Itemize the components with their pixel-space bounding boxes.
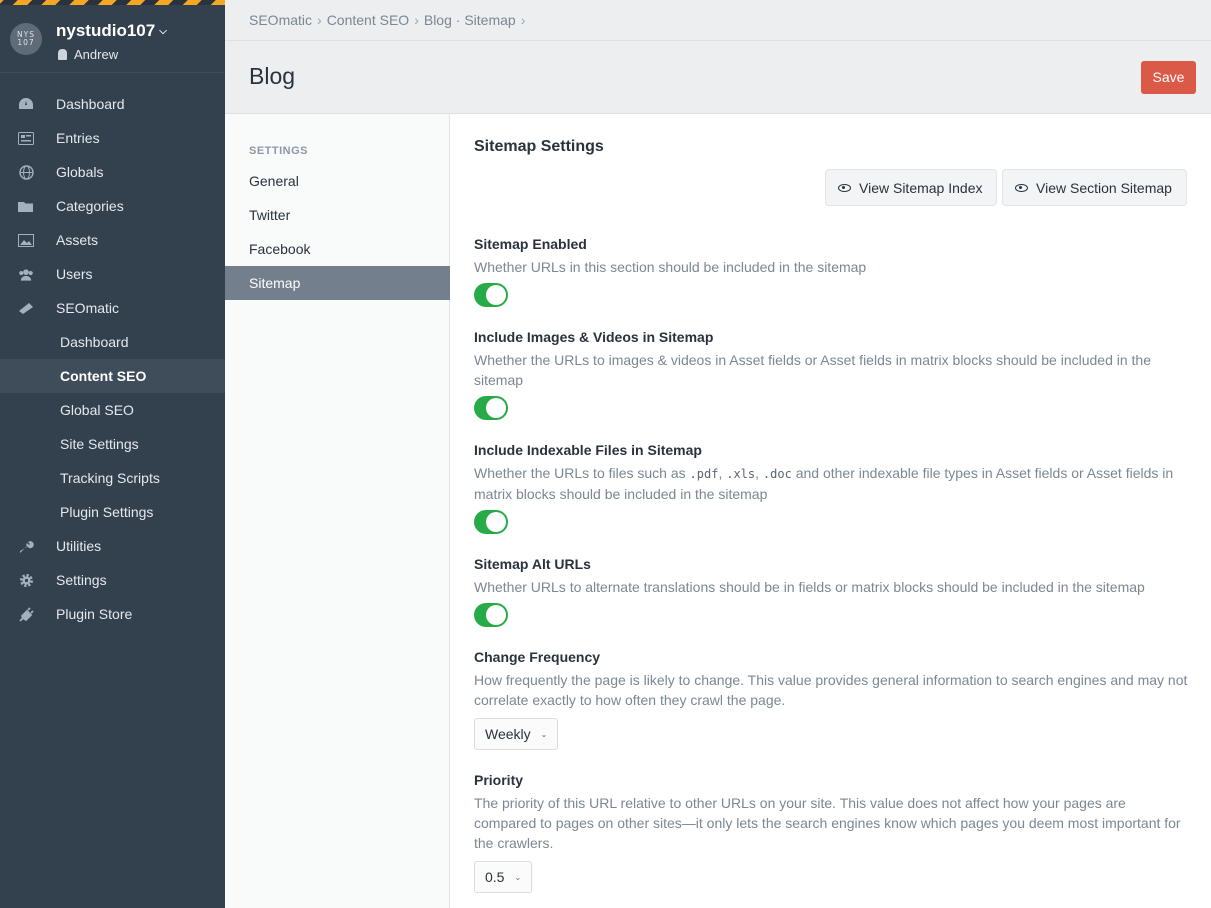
breadcrumb-blog-sitemap[interactable]: Blog · Sitemap (424, 12, 516, 28)
header-divider (225, 40, 1211, 41)
entries-icon (18, 131, 34, 145)
wrench-icon (18, 539, 34, 553)
field-instructions: Whether URLs in this section should be i… (474, 259, 867, 275)
site-name[interactable]: nystudio107 ⌵ (56, 21, 167, 41)
field-priority: Priority The priority of this URL relati… (474, 771, 1189, 893)
field-label: Include Images & Videos in Sitemap (474, 329, 714, 345)
field-label: Change Frequency (474, 649, 601, 665)
field-instructions: Whether URLs to alternate translations s… (474, 579, 1145, 595)
nav-settings[interactable]: Settings (0, 563, 225, 597)
code-pdf: .pdf (689, 467, 719, 481)
settings-nav-twitter[interactable]: Twitter (225, 198, 450, 232)
nav-dashboard[interactable]: Dashboard (0, 87, 225, 121)
breadcrumb: SEOmatic › Content SEO › Blog · Sitemap › (249, 12, 530, 28)
field-instructions: Whether the URLs to images & videos in A… (474, 352, 1152, 388)
nav-seomatic[interactable]: SEOmatic (0, 291, 225, 325)
field-indexable-files: Include Indexable Files in Sitemap Wheth… (474, 441, 1189, 534)
priority-select[interactable]: 0.5 ⌄ (474, 861, 533, 893)
nav-seomatic-tracking-scripts[interactable]: Tracking Scripts (0, 461, 225, 495)
alt-urls-toggle[interactable] (474, 603, 508, 627)
settings-nav-heading: SETTINGS (249, 145, 309, 157)
nav-seomatic-site-settings[interactable]: Site Settings (0, 427, 225, 461)
settings-nav: SETTINGS General Twitter Facebook Sitema… (225, 114, 450, 908)
site-switcher[interactable]: NYS 107 nystudio107 ⌵ Andrew (0, 5, 225, 73)
breadcrumb-content-seo[interactable]: Content SEO (327, 12, 410, 28)
toggle-knob (486, 398, 506, 418)
code-doc: .doc (762, 467, 792, 481)
image-icon (18, 233, 34, 247)
view-sitemap-index-button[interactable]: View Sitemap Index (826, 170, 996, 205)
code-xls: .xls (726, 467, 756, 481)
field-label: Sitemap Alt URLs (474, 556, 591, 572)
view-section-sitemap-button[interactable]: View Section Sitemap (1003, 170, 1186, 205)
page-title: Blog (249, 63, 296, 89)
toggle-knob (486, 605, 506, 625)
globe-icon (18, 164, 34, 180)
eye-icon (1015, 183, 1028, 192)
sitemap-settings-panel: Sitemap Settings View Sitemap Index View… (450, 114, 1211, 908)
section-title: Sitemap Settings (474, 138, 604, 155)
user-icon (58, 49, 67, 60)
breadcrumb-separator-icon: › (317, 12, 322, 28)
save-button[interactable]: Save (1141, 61, 1196, 94)
nav-seomatic-global-seo[interactable]: Global SEO (0, 393, 225, 427)
chevron-down-icon: ⌵ (159, 26, 167, 37)
nav-users[interactable]: Users (0, 257, 225, 291)
settings-nav-sitemap[interactable]: Sitemap (225, 266, 450, 300)
sitemap-enabled-toggle[interactable] (474, 283, 508, 307)
gear-icon (18, 573, 34, 587)
nav-seomatic-content-seo[interactable]: Content SEO (0, 359, 225, 393)
settings-nav-general[interactable]: General (225, 164, 450, 198)
toggle-knob (486, 512, 506, 532)
user-menu[interactable]: Andrew (58, 47, 118, 62)
nav-utilities[interactable]: Utilities (0, 529, 225, 563)
plug-icon (18, 606, 34, 622)
nav-plugin-store[interactable]: Plugin Store (0, 597, 225, 631)
field-instructions: How frequently the page is likely to cha… (474, 672, 1188, 708)
nav-assets[interactable]: Assets (0, 223, 225, 257)
nav-seomatic-plugin-settings[interactable]: Plugin Settings (0, 495, 225, 529)
eye-icon (838, 183, 851, 192)
nav-seomatic-dashboard[interactable]: Dashboard (0, 325, 225, 359)
sidebar: NYS 107 nystudio107 ⌵ Andrew Dashboard En… (0, 0, 225, 908)
field-alt-urls: Sitemap Alt URLs Whether URLs to alterna… (474, 555, 1189, 627)
field-change-frequency: Change Frequency How frequently the page… (474, 648, 1189, 750)
field-instructions: The priority of this URL relative to oth… (474, 795, 1181, 851)
nav-globals[interactable]: Globals (0, 155, 225, 189)
main-nav: Dashboard Entries Globals Categories Ass… (0, 73, 225, 631)
field-include-images: Include Images & Videos in Sitemap Wheth… (474, 328, 1189, 420)
folder-icon (18, 199, 34, 213)
toggle-knob (486, 285, 506, 305)
include-images-toggle[interactable] (474, 396, 508, 420)
change-frequency-select[interactable]: Weekly ⌄ (474, 718, 559, 750)
users-icon (18, 267, 34, 281)
field-instructions: Whether the URLs to files such as .pdf, … (474, 465, 1174, 502)
dashboard-icon (18, 97, 34, 111)
nav-entries[interactable]: Entries (0, 121, 225, 155)
breadcrumb-separator-icon: › (520, 12, 526, 28)
page-header: SEOmatic › Content SEO › Blog · Sitemap › Blo… (225, 0, 1211, 114)
field-label: Sitemap Enabled (474, 236, 587, 252)
settings-nav-facebook[interactable]: Facebook (225, 232, 450, 266)
chevron-down-icon: ⌄ (514, 872, 522, 882)
breadcrumb-separator-icon: › (414, 12, 419, 28)
field-sitemap-enabled: Sitemap Enabled Whether URLs in this sec… (474, 235, 1189, 307)
breadcrumb-seomatic[interactable]: SEOmatic (249, 12, 312, 28)
site-logo: NYS 107 (10, 23, 42, 55)
field-label: Priority (474, 772, 524, 788)
chevron-down-icon: ⌄ (540, 729, 548, 739)
field-label: Include Indexable Files in Sitemap (474, 442, 702, 458)
indexable-files-toggle[interactable] (474, 510, 508, 534)
seomatic-icon (18, 301, 34, 315)
nav-categories[interactable]: Categories (0, 189, 225, 223)
